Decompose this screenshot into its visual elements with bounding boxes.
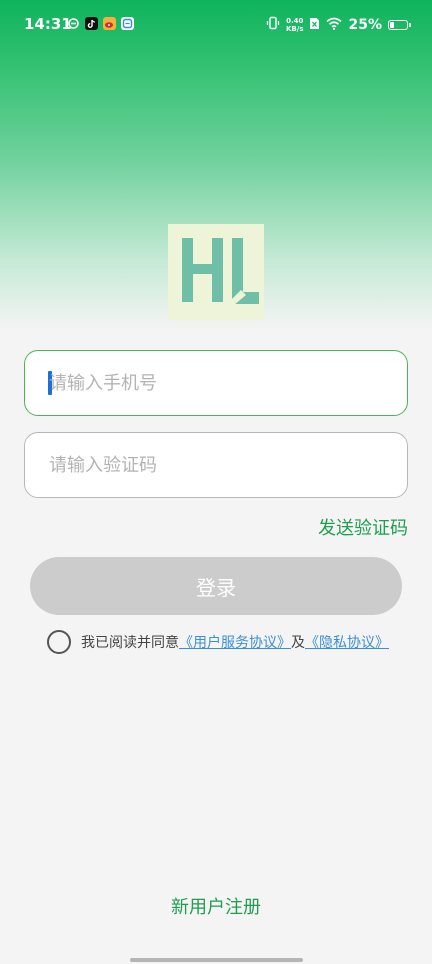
- home-indicator[interactable]: [130, 958, 303, 962]
- verification-code-input[interactable]: [49, 433, 379, 497]
- network-speed-unit: KB/s: [286, 24, 304, 33]
- vibrate-icon: [266, 15, 280, 34]
- tiktok-icon: [85, 17, 98, 30]
- sim-icon: [309, 15, 320, 34]
- agreement-prefix: 我已阅读并同意: [81, 634, 179, 651]
- wifi-icon: [326, 15, 343, 34]
- app-icon: [121, 17, 134, 30]
- battery-icon: [388, 19, 411, 30]
- battery-percent: 25%: [348, 16, 382, 33]
- sync-icon: [67, 17, 80, 30]
- login-button[interactable]: 登录: [30, 557, 402, 615]
- app-logo: [168, 224, 264, 320]
- privacy-agreement-link[interactable]: 《隐私协议》: [305, 632, 389, 652]
- status-right-group: 0.40 KB/s 25%: [266, 15, 411, 34]
- battery-level: [390, 21, 394, 28]
- weibo-icon: [103, 17, 116, 30]
- agreement-checkbox[interactable]: [47, 629, 71, 654]
- agreement-row: 我已阅读并同意 《用户服务协议》 及 《隐私协议》: [47, 629, 389, 654]
- status-time: 14:31: [24, 15, 72, 33]
- agreement-joiner: 及: [291, 634, 305, 651]
- register-label[interactable]: 新用户注册: [171, 897, 261, 918]
- code-input-container: [24, 432, 408, 498]
- network-speed: 0.40 KB/s: [286, 17, 303, 33]
- phone-input[interactable]: [49, 351, 379, 415]
- network-speed-value: 0.40: [286, 16, 304, 25]
- service-agreement-link[interactable]: 《用户服务协议》: [179, 632, 291, 652]
- notification-icons: [67, 17, 134, 30]
- send-code-button[interactable]: 发送验证码: [318, 514, 408, 540]
- status-bar: 14:31 0.40 KB/s 25%: [0, 0, 432, 52]
- register-link[interactable]: 新用户注册: [0, 893, 432, 919]
- phone-input-container: [24, 350, 408, 416]
